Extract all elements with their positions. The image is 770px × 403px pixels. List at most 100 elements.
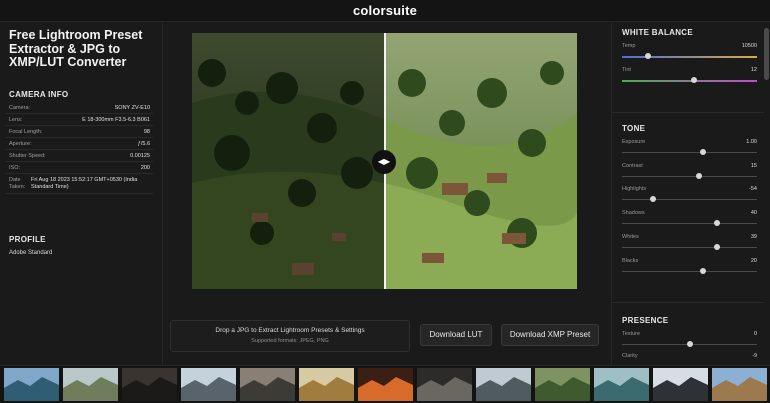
slider-value: 20 [750, 258, 757, 264]
slider-thumb[interactable] [695, 173, 702, 179]
slider-label: Blacks [622, 258, 639, 264]
table-row: Focal Length: 98 [5, 126, 153, 138]
thumbnail-alpine-lake[interactable] [4, 368, 59, 401]
lens-key: Lens: [9, 117, 23, 123]
exposure-slider[interactable]: Exposure 1.00 [622, 139, 757, 161]
slider-label: Exposure [622, 139, 646, 145]
temp-slider[interactable]: Temp 10500 [622, 43, 757, 65]
slider-thumb[interactable] [644, 53, 651, 59]
slider-thumb[interactable] [650, 196, 657, 202]
slider-thumb[interactable] [713, 244, 720, 250]
thumbnail-city-lights[interactable] [358, 368, 413, 401]
slider-value: 1.00 [746, 139, 757, 145]
thumbnail-snow-town[interactable] [653, 368, 708, 401]
thumbnail-snowy-ridge[interactable] [181, 368, 236, 401]
slider-track[interactable] [622, 271, 757, 272]
thumbnail-dark-peak-sunset[interactable] [122, 368, 177, 401]
slider-thumb[interactable] [713, 220, 720, 226]
slider-track[interactable] [622, 176, 757, 177]
texture-slider[interactable]: Texture 0 [622, 331, 757, 353]
aperture-value: ƒ/5.6 [137, 141, 150, 147]
focal-length-key: Focal Length: [9, 129, 43, 135]
table-row: Camera: SONY ZV-E10 [5, 102, 153, 114]
slider-track[interactable] [622, 56, 757, 58]
focal-length-value: 98 [143, 129, 150, 135]
thumbnail-lemur[interactable] [417, 368, 472, 401]
thumbnail-golden-field[interactable] [299, 368, 354, 401]
date-taken-value: Fri Aug 18 2023 15:52:17 GMT+0530 (India… [31, 177, 138, 190]
profile-heading: PROFILE [9, 235, 46, 244]
slider-value: 12 [750, 67, 757, 73]
slider-thumb[interactable] [690, 77, 697, 83]
slider-label: Tint [622, 67, 631, 73]
thumbnail-mountain-valley[interactable] [63, 368, 118, 401]
shadows-slider[interactable]: Shadows 40 [622, 210, 757, 232]
thumbnail-highland-cow[interactable] [712, 368, 767, 401]
slider-label: Texture [622, 331, 641, 337]
white-balance-heading: WHITE BALANCE [622, 28, 694, 37]
whites-slider[interactable]: Whites 39 [622, 234, 757, 256]
adjustments-panel: WHITE BALANCE Temp 10500 Tint 12 TONE Ex… [611, 22, 770, 365]
slider-thumb[interactable] [700, 149, 706, 155]
aperture-key: Aperture: [9, 141, 32, 147]
page-title: Free Lightroom Preset Extractor & JPG to… [9, 28, 143, 69]
divider [612, 302, 764, 303]
slider-track[interactable] [622, 80, 757, 82]
download-lut-button[interactable]: Download LUT [420, 324, 492, 346]
table-row: ISO: 200 [5, 162, 153, 174]
slider-track[interactable] [622, 247, 757, 248]
table-row: Date Taken: Fri Aug 18 2023 15:52:17 GMT… [5, 174, 153, 194]
slider-track[interactable] [622, 152, 757, 153]
camera-info-heading: CAMERA INFO [9, 90, 69, 99]
brand-logo[interactable]: colorsuite [0, 3, 770, 18]
slider-track[interactable] [622, 223, 757, 224]
slider-label: Highlights [622, 186, 647, 192]
tint-slider[interactable]: Tint 12 [622, 67, 757, 89]
highlights-slider[interactable]: Highlights -54 [622, 186, 757, 208]
tone-heading: TONE [622, 124, 646, 133]
slider-thumb[interactable] [686, 341, 693, 347]
top-bar: colorsuite [0, 0, 770, 22]
left-panel: Free Lightroom Preset Extractor & JPG to… [0, 22, 163, 365]
camera-key: Camera: [9, 105, 31, 111]
shutter-speed-key: Shutter Speed: [9, 153, 46, 159]
slider-label: Shadows [622, 210, 645, 216]
slider-track[interactable] [622, 199, 757, 200]
slider-value: -9 [752, 353, 757, 359]
table-row: Lens: E 18-300mm F3.5-6.3 B061 [5, 114, 153, 126]
slider-value: 15 [750, 163, 757, 169]
table-row: Aperture: ƒ/5.6 [5, 138, 153, 150]
shutter-speed-value: 0.00125 [130, 153, 150, 159]
upload-dropzone[interactable]: Drop a JPG to Extract Lightroom Presets … [170, 320, 410, 352]
before-after-comparison[interactable]: ◀▶ [192, 33, 577, 289]
table-row: Shutter Speed: 0.00125 [5, 150, 153, 162]
slider-value: 0 [753, 331, 757, 337]
camera-value: SONY ZV-E10 [114, 105, 150, 111]
iso-value: 200 [140, 165, 150, 171]
compare-slider-handle[interactable]: ◀▶ [372, 150, 396, 174]
presence-heading: PRESENCE [622, 316, 669, 325]
panel-scrollbar[interactable] [764, 28, 769, 80]
thumbnail-dusk-hills[interactable] [240, 368, 295, 401]
iso-key: ISO: [9, 165, 21, 171]
thumbnail-misty-range[interactable] [476, 368, 531, 401]
camera-info-table: Camera: SONY ZV-E10 Lens: E 18-300mm F3.… [5, 102, 153, 194]
slider-value: 40 [750, 210, 757, 216]
clarity-slider[interactable]: Clarity -9 [622, 353, 757, 365]
slider-label: Temp [622, 43, 636, 49]
divider [612, 112, 764, 113]
dropzone-formats: Supported formats: JPEG, PNG [251, 338, 329, 344]
dropzone-title: Drop a JPG to Extract Lightroom Presets … [215, 327, 365, 334]
thumbnail-lake-cabin[interactable] [594, 368, 649, 401]
date-taken-key: Date Taken: [9, 177, 26, 190]
slider-thumb[interactable] [700, 268, 706, 274]
blacks-slider[interactable]: Blacks 20 [622, 258, 757, 280]
slider-value: 10500 [741, 43, 757, 49]
lens-value: E 18-300mm F3.5-6.3 B061 [82, 117, 150, 123]
slider-label: Clarity [622, 353, 638, 359]
download-xmp-button[interactable]: Download XMP Preset [501, 324, 599, 346]
slider-value: -54 [749, 186, 757, 192]
contrast-slider[interactable]: Contrast 15 [622, 163, 757, 185]
sample-photo-strip [0, 365, 770, 403]
thumbnail-green-village[interactable] [535, 368, 590, 401]
